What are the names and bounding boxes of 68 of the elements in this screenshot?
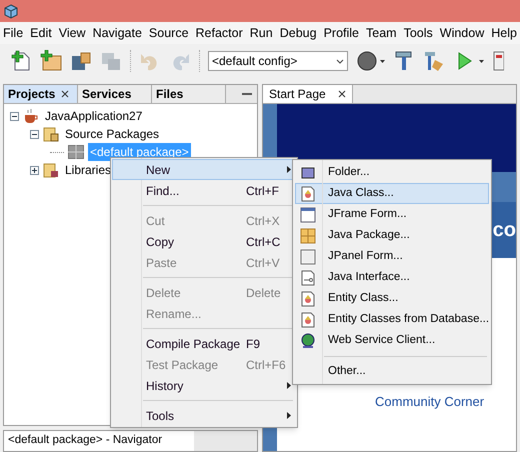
menu-item[interactable]: Find... Ctrl+F [112,180,296,201]
menu-item[interactable]: Entity Class... [295,288,489,309]
globe-icon [300,332,316,348]
banner-heading: co [492,220,516,240]
folder-icon[interactable] [70,50,92,72]
menu-item[interactable]: Run [250,24,273,42]
config-dropdown[interactable]: <default config> [208,51,348,71]
editor-tab[interactable]: Start Page [263,85,353,103]
menu-item[interactable]: Tools [112,405,296,426]
close-icon[interactable] [61,90,70,98]
minimize-icon[interactable] [242,92,252,96]
tree-item[interactable]: Libraries [63,161,114,179]
panel-form-icon [300,248,316,264]
panel-tab[interactable]: Projects [4,85,78,103]
tree-item[interactable]: Source Packages [63,125,162,143]
new-project-icon[interactable] [40,50,62,72]
menu-item[interactable]: Help [491,24,517,42]
cube-icon [4,4,18,18]
window-form-icon [300,206,316,222]
menu-item[interactable]: File [3,24,24,42]
class-file-icon [300,290,316,306]
menu-item[interactable]: Team [366,24,397,42]
menu-item[interactable]: Window [440,24,484,42]
menu-item[interactable]: Tools [404,24,433,42]
folder-icon [300,164,316,180]
menu-item[interactable]: JPanel Form... [295,246,489,267]
menu-item[interactable]: Web Service Client... [295,330,489,351]
class-file-icon [300,312,316,328]
hammer-broom-icon[interactable] [423,50,445,72]
collapse-toggle[interactable] [10,112,19,120]
menu-item[interactable]: Java Class... [295,183,489,204]
tree-item[interactable]: JavaApplication27 [43,107,144,125]
menu-item[interactable]: Entity Classes from Database... [295,309,489,330]
caret-icon[interactable] [380,60,385,62]
menu-item[interactable]: Copy Ctrl+C [112,231,296,252]
package-folder-icon [43,126,59,142]
menu-item[interactable]: Profile [324,24,359,42]
community-corner-link[interactable]: Community Corner [375,392,516,411]
globe-icon[interactable] [356,50,378,72]
menu-item[interactable]: Compile Package F9 [112,333,296,354]
panel-tab[interactable]: Services [78,85,152,103]
expand-toggle[interactable] [30,166,39,174]
package-icon [300,228,316,244]
menu-item[interactable]: Folder... [295,162,489,183]
package-icon [68,145,84,159]
menu-item[interactable]: Refactor [196,24,243,42]
menu-item[interactable]: Java Package... [295,225,489,246]
menu-item[interactable]: JFrame Form... [295,204,489,225]
interface-file-icon [300,270,316,286]
close-icon[interactable] [338,90,346,98]
caret-icon[interactable] [479,60,484,62]
chevron-down-icon [336,58,344,64]
profile-icon[interactable] [492,50,504,72]
coffee-cup-icon [23,108,39,124]
class-file-icon [300,186,316,202]
menu-item[interactable]: Navigate [92,24,142,42]
menu-item[interactable]: Edit [30,24,52,42]
menu-item[interactable]: View [58,24,86,42]
menu-item[interactable]: Source [148,24,189,42]
menu-item[interactable]: Java Interface... [295,267,489,288]
menu-item[interactable]: History [112,375,296,396]
collapse-toggle[interactable] [30,130,39,138]
library-folder-icon [43,162,59,178]
menu-item[interactable]: Other... [295,361,489,382]
navigator-tab[interactable]: <default package> - Navigator [4,431,194,451]
new-file-icon[interactable] [10,50,32,72]
menu-item[interactable]: Debug [280,24,317,42]
panel-tab[interactable]: Files [152,85,226,103]
